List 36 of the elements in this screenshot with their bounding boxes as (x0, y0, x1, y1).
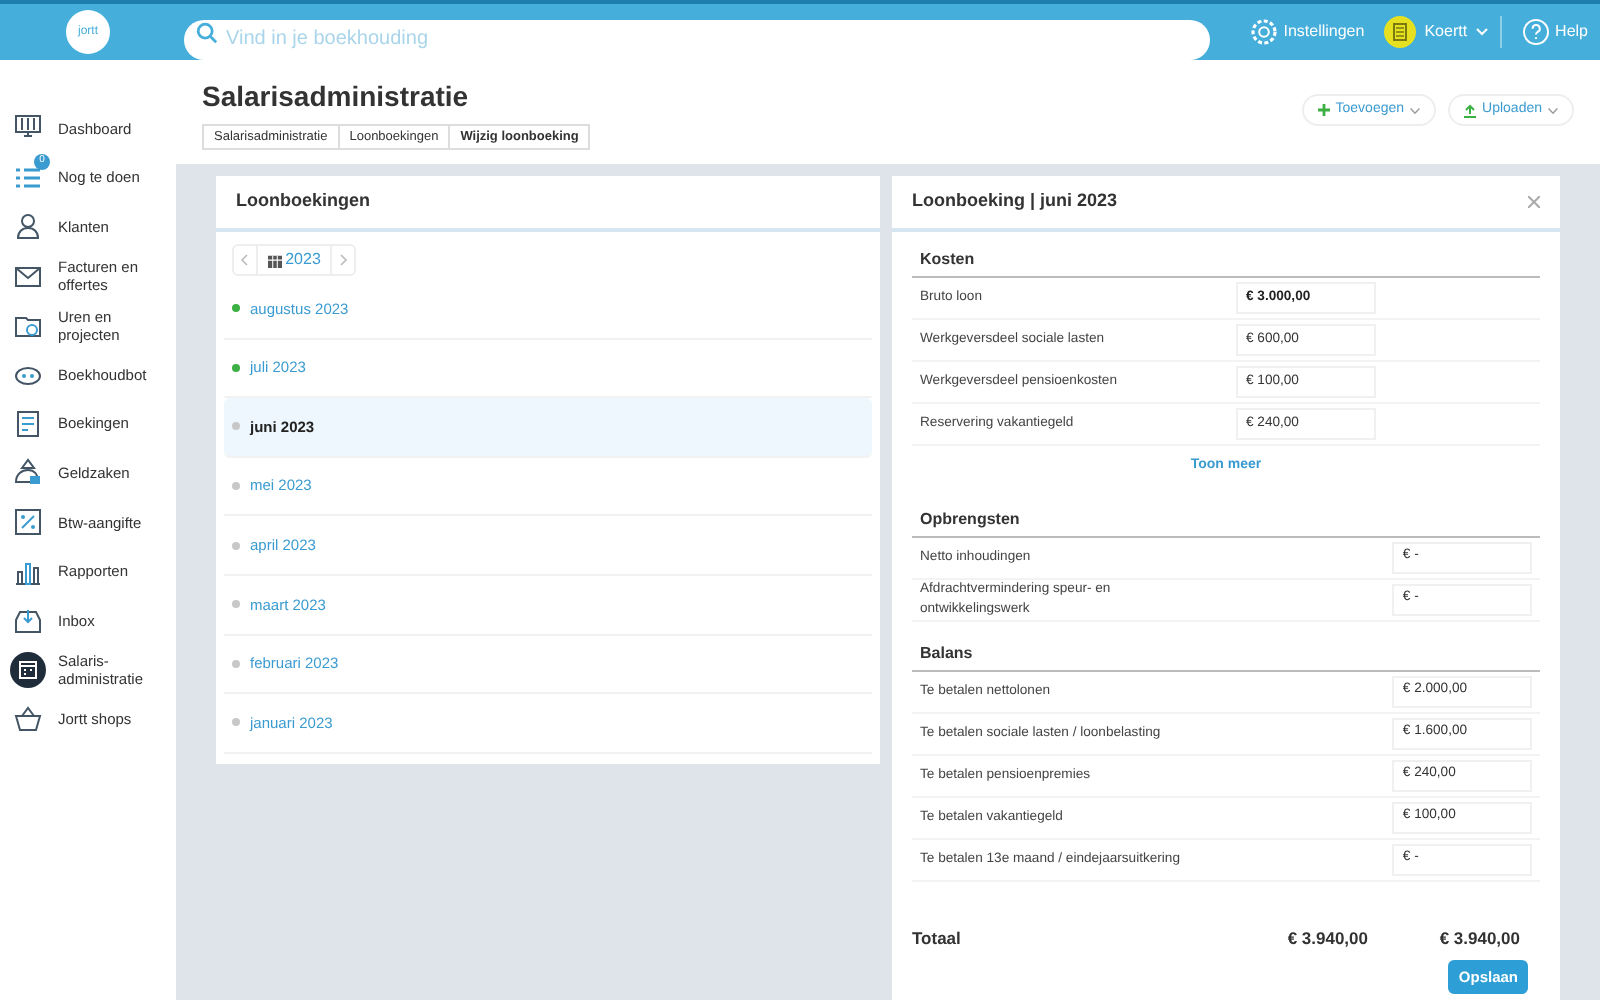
total-credit: € 3.940,00 (1437, 925, 1522, 951)
caret-icon (1410, 107, 1421, 113)
panel-title: Loonboeking | juni 2023 (912, 188, 1118, 215)
calculator-icon (1384, 16, 1417, 48)
close-icon[interactable] (1528, 196, 1540, 208)
nav-icon (14, 508, 42, 537)
year-label: 2023 (285, 248, 321, 272)
plus-icon (1317, 104, 1330, 116)
section-title: Balans (912, 637, 1540, 671)
total-debit: € 3.940,00 (1285, 925, 1370, 951)
nav-icon (14, 212, 42, 241)
upload-icon (1464, 103, 1477, 117)
nav-icon (14, 262, 42, 291)
settings-icon (1249, 18, 1278, 46)
nav-icon (14, 163, 42, 192)
page-title: Salarisadministratie (202, 78, 471, 116)
nav-icon (14, 606, 42, 635)
calendar-icon (267, 253, 282, 267)
caret-icon (1475, 28, 1488, 36)
nav-icon (14, 114, 42, 143)
nav-icon (14, 311, 42, 340)
nav-icon (14, 409, 42, 438)
nav-icon (14, 458, 42, 487)
caret-icon (1548, 107, 1558, 113)
section-title: Kosten (912, 244, 1540, 278)
panel-title: Loonboekingen (216, 176, 880, 232)
next-icon[interactable] (339, 254, 348, 266)
help-icon (1521, 18, 1550, 46)
nav-icon (14, 704, 42, 733)
previous-icon[interactable] (240, 254, 249, 266)
section-title: Opbrengsten (912, 503, 1540, 537)
search-field[interactable]: Vind in je boekhouding (184, 19, 1210, 59)
total-label: Totaal (912, 925, 963, 951)
nav-icon (14, 557, 42, 586)
calendar-icon (14, 655, 42, 684)
search-icon (196, 21, 218, 43)
